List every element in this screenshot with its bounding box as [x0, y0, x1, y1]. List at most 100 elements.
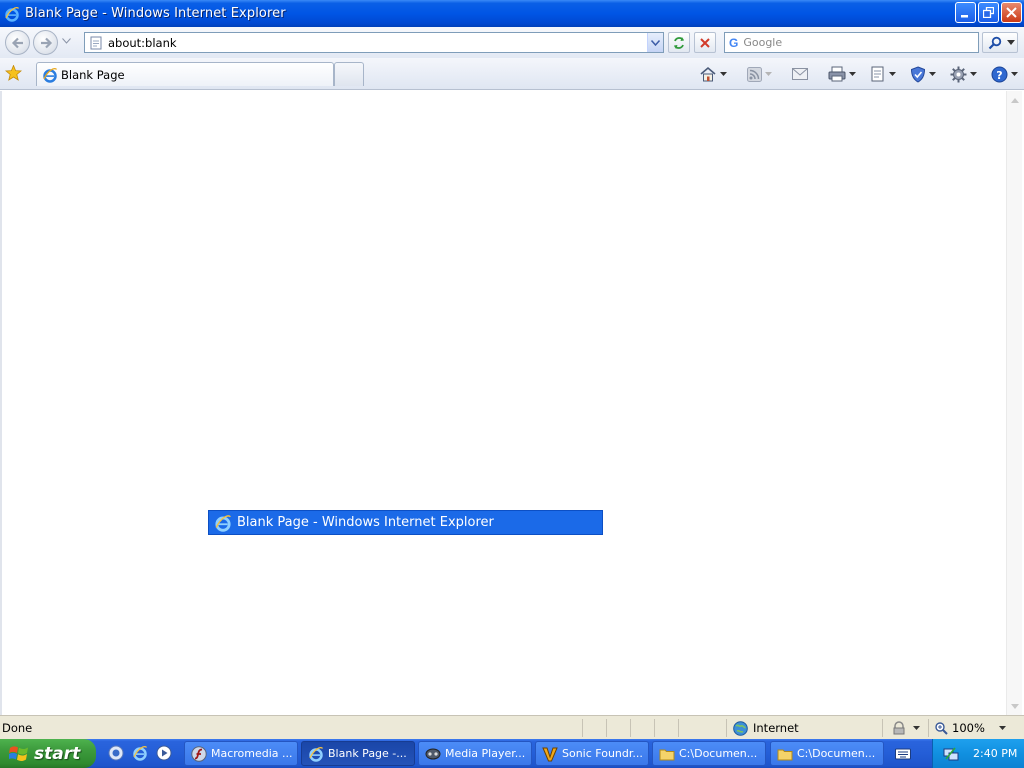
ie-icon: [5, 6, 20, 22]
refresh-button[interactable]: [668, 32, 690, 53]
tools-menu-button[interactable]: [948, 63, 979, 85]
safety-menu-button[interactable]: [908, 63, 938, 85]
vertical-scrollbar[interactable]: [1006, 91, 1022, 715]
zoom-icon: [935, 721, 948, 735]
page-icon: [871, 66, 884, 82]
address-dropdown-button[interactable]: [647, 33, 663, 52]
clock[interactable]: 2:40 PM: [973, 747, 1017, 760]
back-button[interactable]: [5, 30, 30, 55]
feeds-dropdown-icon[interactable]: [765, 72, 772, 76]
quicklaunch-internet-explorer[interactable]: [131, 744, 149, 762]
read-mail-button[interactable]: [790, 63, 810, 85]
help-menu-button[interactable]: ?: [989, 63, 1020, 85]
protected-mode-dropdown-icon[interactable]: [913, 726, 920, 730]
help-dropdown-icon[interactable]: [1011, 72, 1018, 76]
switcher-label: Blank Page - Windows Internet Explorer: [237, 515, 494, 530]
window-title: Blank Page - Windows Internet Explorer: [25, 6, 286, 21]
chevron-down-icon: [651, 39, 660, 46]
network-icon[interactable]: [943, 746, 959, 762]
scroll-up-icon: [1011, 97, 1019, 103]
media-player-icon: [156, 745, 172, 761]
taskbar: start Macromedia ... Blank Page -... Med…: [0, 739, 1024, 768]
taskbar-button-label: Macromedia ...: [211, 747, 293, 760]
shield-icon: [910, 65, 926, 83]
search-button[interactable]: [982, 32, 1018, 53]
print-dropdown-icon[interactable]: [849, 72, 856, 76]
page-menu-button[interactable]: [868, 63, 898, 85]
search-input[interactable]: [743, 36, 964, 49]
keyboard-icon: [895, 748, 911, 760]
protected-mode-button[interactable]: [882, 719, 928, 737]
title-bar[interactable]: Blank Page - Windows Internet Explorer: [0, 0, 1024, 27]
close-button[interactable]: [1001, 2, 1022, 23]
address-input[interactable]: [108, 35, 638, 50]
search-icon: [988, 36, 1002, 49]
ie-icon: [43, 67, 58, 83]
home-dropdown-icon[interactable]: [720, 72, 727, 76]
taskbar-button-label: C:\Documen...: [797, 747, 876, 760]
quicklaunch-explorer[interactable]: [107, 744, 125, 762]
taskbar-button-internet-explorer[interactable]: Blank Page -...: [301, 741, 415, 766]
print-button[interactable]: [826, 63, 858, 85]
zoom-control[interactable]: 100%: [928, 719, 1016, 737]
refresh-icon: [674, 36, 684, 49]
flash-icon: [191, 745, 207, 762]
forward-arrow-icon: [40, 37, 52, 48]
command-bar: ?: [697, 63, 1020, 85]
scroll-down-icon: [1011, 703, 1019, 709]
page-dropdown-icon[interactable]: [889, 72, 896, 76]
start-label: start: [34, 743, 81, 764]
search-options-dropdown-icon[interactable]: [1007, 40, 1015, 45]
taskbar-button-label: C:\Documen...: [679, 747, 758, 760]
home-button[interactable]: [697, 63, 729, 85]
ie-icon: [309, 746, 324, 762]
page-content[interactable]: [0, 91, 1024, 715]
back-arrow-icon: [11, 37, 23, 48]
status-bar: Done Internet 100%: [0, 715, 1024, 739]
gear-icon: [950, 66, 967, 82]
mail-icon: [792, 68, 808, 80]
recent-pages-dropdown-icon[interactable]: [62, 38, 71, 44]
address-bar[interactable]: [84, 32, 664, 53]
taskbar-button-label: Blank Page -...: [328, 747, 407, 760]
zoom-dropdown-icon[interactable]: [998, 726, 1006, 730]
new-tab-button[interactable]: [334, 62, 364, 86]
quicklaunch-media-player[interactable]: [155, 744, 173, 762]
home-icon: [700, 66, 716, 82]
taskbar-button-macromedia[interactable]: Macromedia ...: [184, 741, 298, 766]
minimize-icon: [961, 15, 968, 18]
taskbar-button-media-player[interactable]: Media Player...: [418, 741, 532, 766]
search-box[interactable]: G: [724, 32, 979, 53]
security-zone[interactable]: Internet: [726, 719, 882, 737]
ie-icon: [133, 746, 148, 761]
tools-dropdown-icon[interactable]: [970, 72, 977, 76]
vegas-icon: [542, 747, 558, 761]
zoom-level: 100%: [952, 721, 985, 735]
svg-text:?: ?: [996, 69, 1002, 82]
safety-dropdown-icon[interactable]: [929, 72, 936, 76]
folder-icon: [659, 749, 675, 760]
taskbar-button-folder-2[interactable]: C:\Documen...: [770, 741, 884, 766]
taskbar-button-label: Sonic Foundr...: [562, 747, 643, 760]
globe-icon: [733, 720, 748, 736]
taskbar-button-folder-1[interactable]: C:\Documen...: [652, 741, 766, 766]
restore-button[interactable]: [978, 2, 999, 23]
folder-icon: [777, 749, 793, 760]
start-button[interactable]: start: [0, 739, 96, 768]
scroll-up-button[interactable]: [1008, 93, 1022, 107]
scroll-down-button[interactable]: [1008, 699, 1022, 713]
help-icon: ?: [991, 66, 1008, 82]
minimize-button[interactable]: [955, 2, 976, 23]
language-bar-keyboard[interactable]: [894, 745, 912, 763]
taskbar-button-sonic-foundry[interactable]: Sonic Foundr...: [535, 741, 649, 766]
status-text: Done: [2, 721, 33, 735]
printer-icon: [828, 66, 846, 82]
stop-button[interactable]: [694, 32, 716, 53]
explorer-icon: [108, 745, 124, 761]
tab-blank-page[interactable]: Blank Page: [36, 62, 334, 86]
feeds-button[interactable]: [745, 63, 774, 85]
favorites-star-icon[interactable]: [5, 65, 22, 81]
forward-button[interactable]: [33, 30, 58, 55]
google-logo-icon: G: [729, 35, 739, 50]
rss-feed-icon: [747, 66, 762, 82]
